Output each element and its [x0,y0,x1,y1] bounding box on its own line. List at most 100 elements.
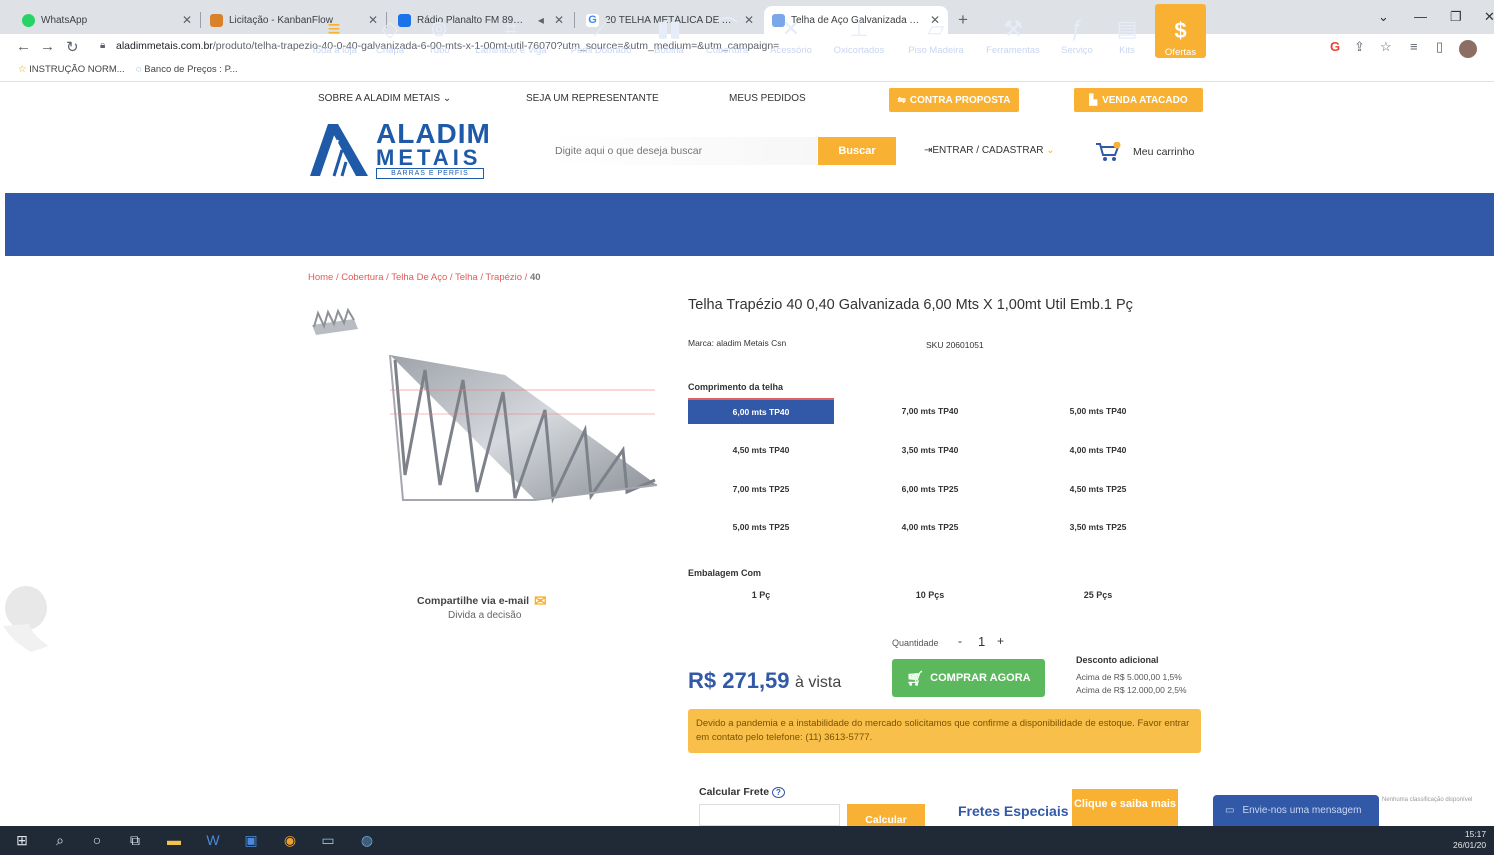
login-link[interactable]: ⇥ENTRAR / CADASTRAR ⌄ [924,145,1055,156]
profile-avatar[interactable] [1459,40,1477,58]
bookmark-banco-precos[interactable]: ◌ Banco de Preços : P... [136,64,238,75]
category-cobertura[interactable]: ⌒ Cobertura [700,6,754,57]
close-window-icon[interactable]: ✕ [1484,9,1494,25]
browser-tab-whatsapp[interactable]: WhatsApp ✕ [14,6,200,34]
side-panel-icon[interactable]: ▯ [1436,39,1443,55]
category-acessorio[interactable]: ✕ Acessório [766,6,816,57]
length-option[interactable]: 5,00 mts TP40 [1025,398,1171,424]
quantity-label: Quantidade [892,638,939,648]
length-option[interactable]: 4,50 mts TP25 [1025,476,1171,502]
reading-list-icon[interactable]: ≡ [1410,39,1418,54]
quantity-value[interactable]: 1 [978,634,985,649]
top-link-sobre[interactable]: SOBRE A ALADIM METAIS ⌄ [318,93,451,104]
length-option[interactable]: 5,00 mts TP25 [688,514,834,540]
chrome-icon[interactable]: ◉ [280,831,300,849]
length-option[interactable]: 6,00 mts TP40 [688,398,834,424]
length-option[interactable]: 7,00 mts TP25 [688,476,834,502]
clock-time: 15:17 [1464,829,1487,839]
word-icon[interactable]: W [203,831,223,849]
tube-icon: ⊚ [429,16,449,41]
chevron-down-icon: ⌄ [1046,145,1055,156]
chevron-down-icon: ⌄ [442,93,452,104]
length-option[interactable]: 4,50 mts TP40 [688,437,834,463]
browser-tab-kanbanflow[interactable]: Licitação - KanbanFlow ✕ [202,6,386,34]
pack-option[interactable]: 1 Pç [688,590,834,606]
windows-start-icon[interactable]: ⊞ [12,831,32,849]
top-link-pedidos[interactable]: MEUS PEDIDOS [729,93,806,104]
sheet-icon: ◇ [381,16,399,41]
category-label: Toda a loja [311,45,357,56]
share-email-link[interactable]: Compartilhe via e-mail ✉ [417,592,547,610]
task-view-icon[interactable]: ⧉ [125,831,145,849]
search-input[interactable] [545,137,817,165]
shipping-label: Calcular Frete ? [699,786,785,798]
length-option[interactable]: 3,50 mts TP25 [1025,514,1171,540]
file-explorer-icon[interactable]: ▬ [164,831,184,849]
help-icon[interactable]: ? [771,787,785,798]
cart-link[interactable]: Meu carrinho [1095,142,1194,162]
outlook-icon[interactable]: ▣ [241,831,261,849]
aladim-logo-icon[interactable] [308,120,370,178]
breadcrumb-path[interactable]: Home / Cobertura / Telha De Aço / Telha … [308,272,530,283]
contra-proposta-label: CONTRA PROPOSTA [909,94,1011,106]
category-perfil-dobrado[interactable]: ⟋ Perfil Dobrado [564,6,638,57]
length-option[interactable]: 4,00 mts TP40 [1025,437,1171,463]
quantity-increase-button[interactable]: + [997,634,1004,648]
contra-proposta-button[interactable]: ⇋ CONTRA PROPOSTA [889,88,1019,112]
lock-icon[interactable]: 🔒︎ [100,40,105,51]
user-avatar[interactable] [3,586,49,654]
category-piso-madeira[interactable]: ▱ Piso Madeira [902,6,970,57]
category-ofertas[interactable]: $ Ofertas [1155,4,1206,58]
zipcode-input[interactable] [699,804,840,826]
service-icon: ƒ [1070,16,1084,41]
category-laminado-viga[interactable]: ⌗ Laminado e Viga [470,6,552,57]
search-button[interactable]: Buscar [818,137,896,165]
monitor-icon[interactable]: ▭ [318,831,338,849]
restore-icon[interactable]: ❐ [1450,9,1462,25]
bookmark-instrucao[interactable]: ☆ INSTRUÇÃO NORM... [18,64,125,75]
plank-icon: ▱ [927,16,945,41]
category-tubo[interactable]: ⊚ Tubo [420,6,458,57]
product-price: R$ 271,59 [688,668,790,693]
handshake-icon: ⇋ [897,94,906,106]
cortana-icon[interactable]: ○ [87,831,107,849]
quantity-decrease-button[interactable]: - [958,634,962,648]
google-lens-icon[interactable]: G [1330,39,1340,54]
category-bobina[interactable]: ▮▮ Bobina [648,6,690,57]
learn-more-button[interactable]: Clique e saiba mais [1072,789,1178,826]
search-icon[interactable]: ⌕ [50,831,70,849]
length-option[interactable]: 6,00 mts TP25 [857,476,1003,502]
category-kits[interactable]: ▤ Kits [1110,6,1144,57]
reload-icon[interactable]: ↻ [66,38,79,56]
category-chapa[interactable]: ◇ Chapa [368,6,412,57]
breadcrumb[interactable]: Home / Cobertura / Telha De Aço / Telha … [308,272,541,283]
calculate-shipping-button[interactable]: Calcular [847,804,925,826]
product-thumbnail[interactable] [310,305,360,335]
length-option[interactable]: 4,00 mts TP25 [857,514,1003,540]
length-option[interactable]: 3,50 mts TP40 [857,437,1003,463]
category-ferramentas[interactable]: ⚒ Ferramentas [980,6,1046,57]
roof-icon: ⌒ [715,16,738,41]
back-icon[interactable]: ← [16,38,31,55]
buy-now-button[interactable]: 🛒︎ COMPRAR AGORA [892,659,1045,697]
minimize-icon[interactable]: — [1414,9,1427,24]
length-option[interactable]: 7,00 mts TP40 [857,398,1003,424]
top-link-representante[interactable]: SEJA UM REPRESENTANTE [526,93,659,104]
category-toda-loja[interactable]: ≡ Toda a loja [310,6,358,57]
category-label: Kits [1119,45,1135,56]
product-image[interactable] [385,350,660,510]
star-icon[interactable]: ☆ [1380,39,1392,55]
chevron-down-icon[interactable]: ⌄ [1378,9,1389,25]
pack-option[interactable]: 25 Pçs [1025,590,1171,606]
chat-button[interactable]: ▭ Envie-nos uma mensagem [1213,795,1379,826]
close-icon[interactable]: ✕ [176,13,192,27]
product-title: Telha Trapézio 40 0,40 Galvanizada 6,00 … [688,297,1133,313]
venda-atacado-button[interactable]: ▙ VENDA ATACADO [1074,88,1203,112]
share-icon[interactable]: ⇪ [1354,39,1365,55]
globe-icon[interactable]: ◍ [357,831,377,849]
forward-icon[interactable]: → [40,38,55,55]
category-label: Piso Madeira [908,45,964,56]
category-servico[interactable]: ƒ Serviço [1056,6,1098,57]
pack-option[interactable]: 10 Pçs [857,590,1003,606]
category-oxicortados[interactable]: ⊥ Oxicortados [828,6,890,57]
